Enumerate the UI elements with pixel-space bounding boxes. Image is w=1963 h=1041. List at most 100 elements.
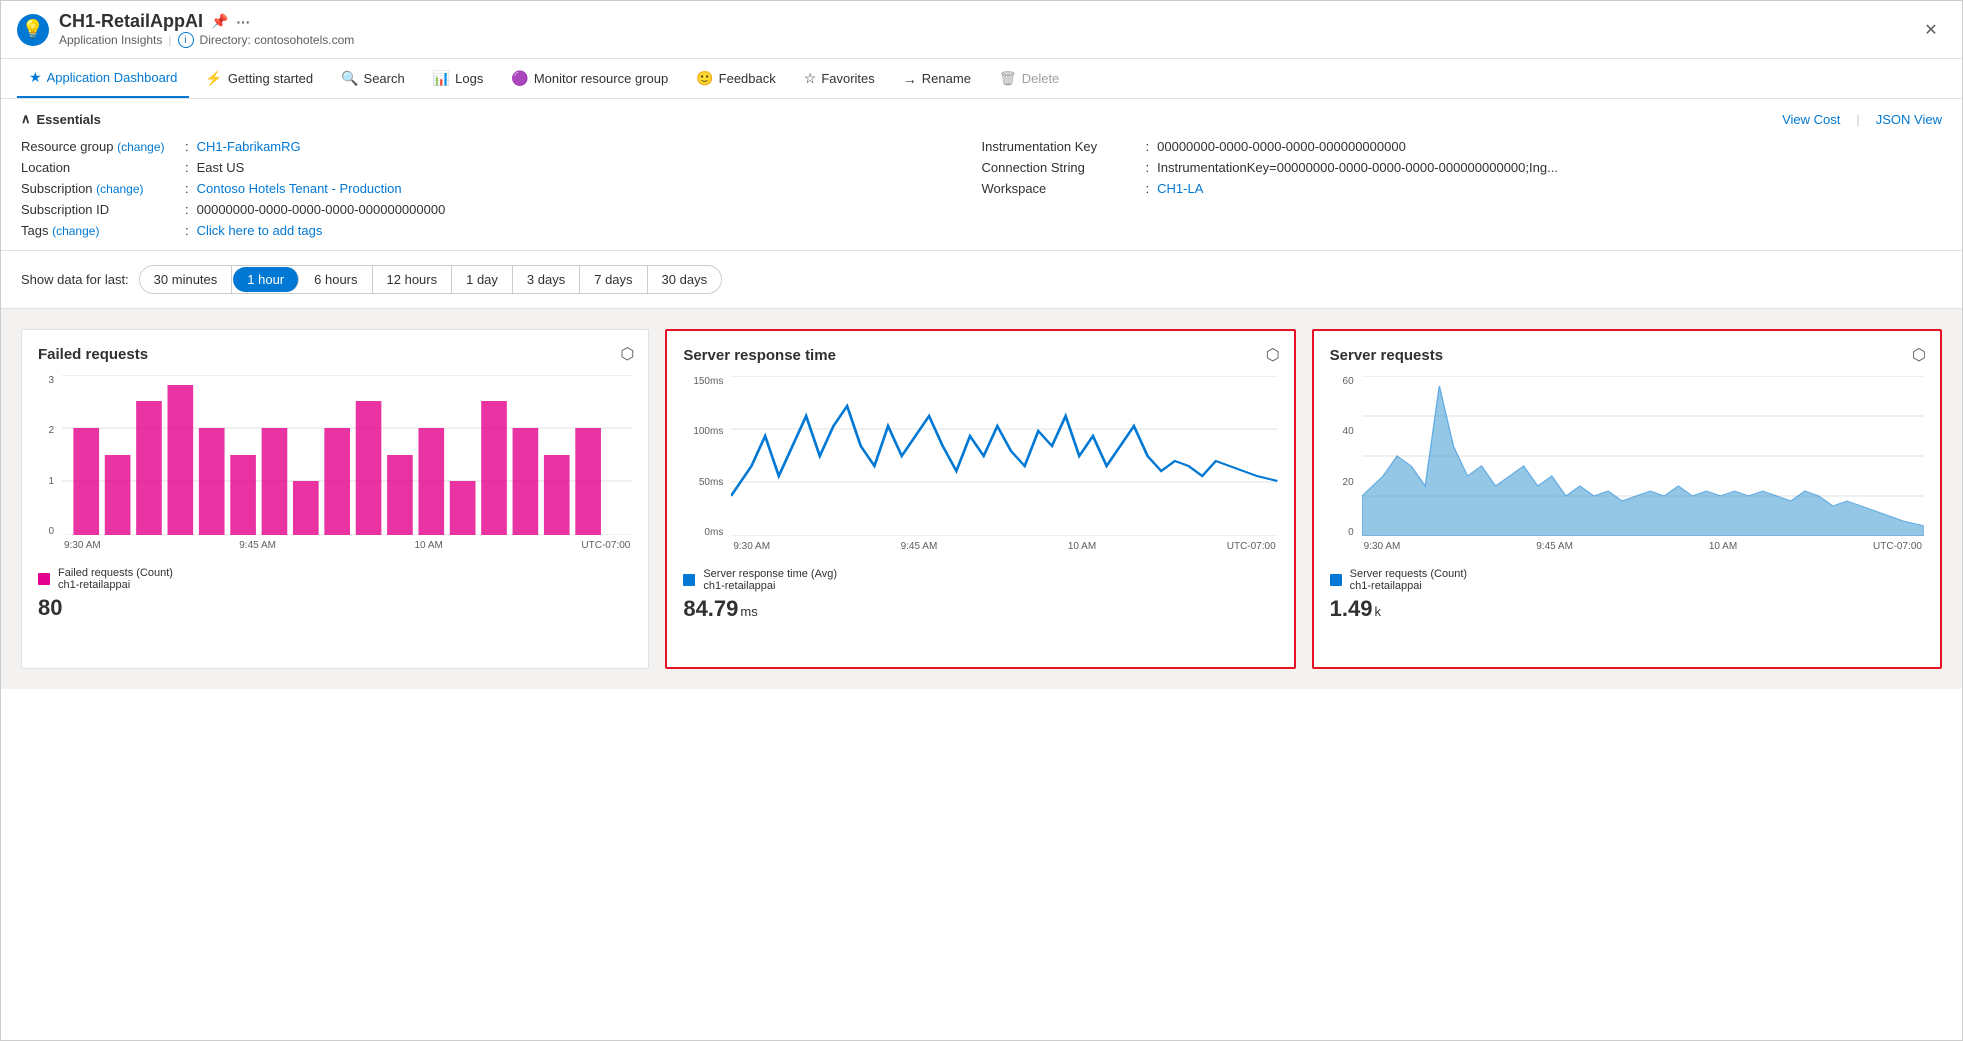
nav-search[interactable]: 🔍 Search xyxy=(329,60,417,97)
essentials-row-ikey: Instrumentation Key : 00000000-0000-0000… xyxy=(982,139,1943,154)
time-buttons-group: 30 minutes 1 hour 6 hours 12 hours 1 day… xyxy=(139,265,722,294)
more-icon[interactable]: ··· xyxy=(236,14,250,30)
server-response-x-labels: 9:30 AM 9:45 AM 10 AM UTC-07:00 xyxy=(731,541,1277,552)
failed-requests-pin-icon[interactable]: ⬡ xyxy=(620,344,634,364)
nav-logs[interactable]: 📊 Logs xyxy=(421,60,496,97)
collapse-icon[interactable]: ∧ xyxy=(21,111,31,127)
server-response-legend: Server response time (Avg) ch1-retailapp… xyxy=(683,568,1277,592)
y-label-0: 0 xyxy=(38,526,54,537)
time-btn-1hour[interactable]: 1 hour xyxy=(233,267,299,292)
tags-change-link[interactable]: (change) xyxy=(52,224,99,238)
view-cost-link[interactable]: View Cost xyxy=(1782,112,1840,127)
failed-requests-legend-sub: ch1-retailappai xyxy=(58,579,173,591)
essentials-left-col: Resource group (change) : CH1-FabrikamRG… xyxy=(21,139,982,238)
server-requests-legend-color xyxy=(1330,574,1342,586)
nav-favorites[interactable]: ☆ Favorites xyxy=(792,60,887,97)
time-selector: Show data for last: 30 minutes 1 hour 6 … xyxy=(1,251,1962,309)
essentials-title: ∧ Essentials xyxy=(21,111,101,127)
server-requests-legend: Server requests (Count) ch1-retailappai xyxy=(1330,568,1924,592)
title-separator: | xyxy=(168,33,171,47)
nav-feedback[interactable]: 🙂 Feedback xyxy=(684,60,788,97)
main-window: 💡 CH1-RetailAppAI 📌 ··· Application Insi… xyxy=(0,0,1963,1041)
essentials-row-rg: Resource group (change) : CH1-FabrikamRG xyxy=(21,139,982,154)
feedback-icon: 🙂 xyxy=(696,70,713,87)
ikey-value: 00000000-0000-0000-0000-000000000000 xyxy=(1157,139,1406,154)
workspace-value[interactable]: CH1-LA xyxy=(1157,181,1203,196)
essentials-title-text: Essentials xyxy=(37,112,101,127)
y-label-50ms: 50ms xyxy=(683,477,723,488)
server-response-pin-icon[interactable]: ⬡ xyxy=(1266,345,1280,365)
server-requests-title: Server requests xyxy=(1330,347,1924,364)
y-label-100ms: 100ms xyxy=(683,426,723,437)
time-selector-label: Show data for last: xyxy=(21,272,129,287)
essentials-row-connstr: Connection String : InstrumentationKey=0… xyxy=(982,160,1943,175)
nav-getting-started[interactable]: ⚡ Getting started xyxy=(193,60,325,97)
time-btn-6hours[interactable]: 6 hours xyxy=(300,266,372,293)
time-btn-7days[interactable]: 7 days xyxy=(580,266,647,293)
nav-monitor-resource-group[interactable]: 🟣 Monitor resource group xyxy=(499,60,680,97)
location-label: Location xyxy=(21,160,181,175)
essentials-right-col: Instrumentation Key : 00000000-0000-0000… xyxy=(982,139,1943,238)
nav-search-label: Search xyxy=(364,71,405,86)
rg-value[interactable]: CH1-FabrikamRG xyxy=(197,139,301,154)
app-type: Application Insights xyxy=(59,33,162,47)
time-btn-3days[interactable]: 3 days xyxy=(513,266,580,293)
y-label-00: 0 xyxy=(1330,527,1354,538)
server-requests-legend-sub: ch1-retailappai xyxy=(1350,580,1467,592)
server-response-legend-color xyxy=(683,574,695,586)
server-requests-pin-icon[interactable]: ⬡ xyxy=(1912,345,1926,365)
time-btn-12hours[interactable]: 12 hours xyxy=(373,266,453,293)
delete-icon: 🗑 xyxy=(999,70,1017,87)
star-icon: ★ xyxy=(29,69,42,86)
nav-app-dashboard[interactable]: ★ Application Dashboard xyxy=(17,59,189,98)
failed-requests-chart-area: 9:30 AM 9:45 AM 10 AM UTC-07:00 xyxy=(62,375,632,555)
pin-icon[interactable]: 📌 xyxy=(211,13,228,30)
server-requests-x-labels: 9:30 AM 9:45 AM 10 AM UTC-07:00 xyxy=(1362,541,1924,552)
nav-delete[interactable]: 🗑 Delete xyxy=(987,60,1071,97)
y-label-40: 40 xyxy=(1330,426,1354,437)
nav-bar: ★ Application Dashboard ⚡ Getting starte… xyxy=(1,59,1962,99)
chart-server-requests: Server requests ⬡ 60 40 20 0 xyxy=(1312,329,1942,669)
essentials-row-workspace: Workspace : CH1-LA xyxy=(982,181,1943,196)
server-response-legend-label: Server response time (Avg) xyxy=(703,568,837,580)
rg-change-link[interactable]: (change) xyxy=(117,140,164,154)
y-label-3: 3 xyxy=(38,375,54,386)
server-response-unit: ms xyxy=(740,604,757,619)
nav-rename-label: Rename xyxy=(922,71,971,86)
time-btn-1day[interactable]: 1 day xyxy=(452,266,513,293)
y-label-60: 60 xyxy=(1330,376,1354,387)
close-button[interactable]: ✕ xyxy=(1916,15,1946,45)
y-label-20: 20 xyxy=(1330,477,1354,488)
location-value: East US xyxy=(197,160,245,175)
server-requests-svg xyxy=(1362,376,1924,536)
subscription-change-link[interactable]: (change) xyxy=(96,182,143,196)
subscription-value[interactable]: Contoso Hotels Tenant - Production xyxy=(197,181,402,196)
app-title: CH1-RetailAppAI xyxy=(59,11,203,32)
info-icon[interactable]: i xyxy=(178,32,194,48)
essentials-grid: Resource group (change) : CH1-FabrikamRG… xyxy=(21,139,1942,238)
getting-started-icon: ⚡ xyxy=(205,70,222,87)
server-response-legend-sub: ch1-retailappai xyxy=(703,580,837,592)
chart-failed-requests: Failed requests ⬡ 3 2 1 0 xyxy=(21,329,649,669)
ikey-label: Instrumentation Key xyxy=(982,139,1142,154)
json-view-link[interactable]: JSON View xyxy=(1876,112,1942,127)
title-name: CH1-RetailAppAI 📌 ··· xyxy=(59,11,1906,32)
rg-label: Resource group (change) xyxy=(21,139,181,154)
tags-value[interactable]: Click here to add tags xyxy=(197,223,323,238)
nav-app-dashboard-label: Application Dashboard xyxy=(47,70,178,85)
nav-feedback-label: Feedback xyxy=(719,71,776,86)
time-btn-30min[interactable]: 30 minutes xyxy=(140,266,233,293)
connstr-label: Connection String xyxy=(982,160,1142,175)
directory-label: Directory: contosohotels.com xyxy=(200,33,355,47)
nav-rename[interactable]: → Rename xyxy=(891,61,983,97)
essentials-row-subscription: Subscription (change) : Contoso Hotels T… xyxy=(21,181,982,196)
server-requests-value: 1.49 k xyxy=(1330,596,1924,622)
monitor-icon: 🟣 xyxy=(511,70,528,87)
charts-area: Failed requests ⬡ 3 2 1 0 xyxy=(1,309,1962,689)
favorites-icon: ☆ xyxy=(804,70,817,87)
server-response-svg xyxy=(731,376,1277,536)
title-info: CH1-RetailAppAI 📌 ··· Application Insigh… xyxy=(59,11,1906,48)
essentials-header: ∧ Essentials View Cost | JSON View xyxy=(21,111,1942,127)
search-icon: 🔍 xyxy=(341,70,358,87)
time-btn-30days[interactable]: 30 days xyxy=(648,266,722,293)
